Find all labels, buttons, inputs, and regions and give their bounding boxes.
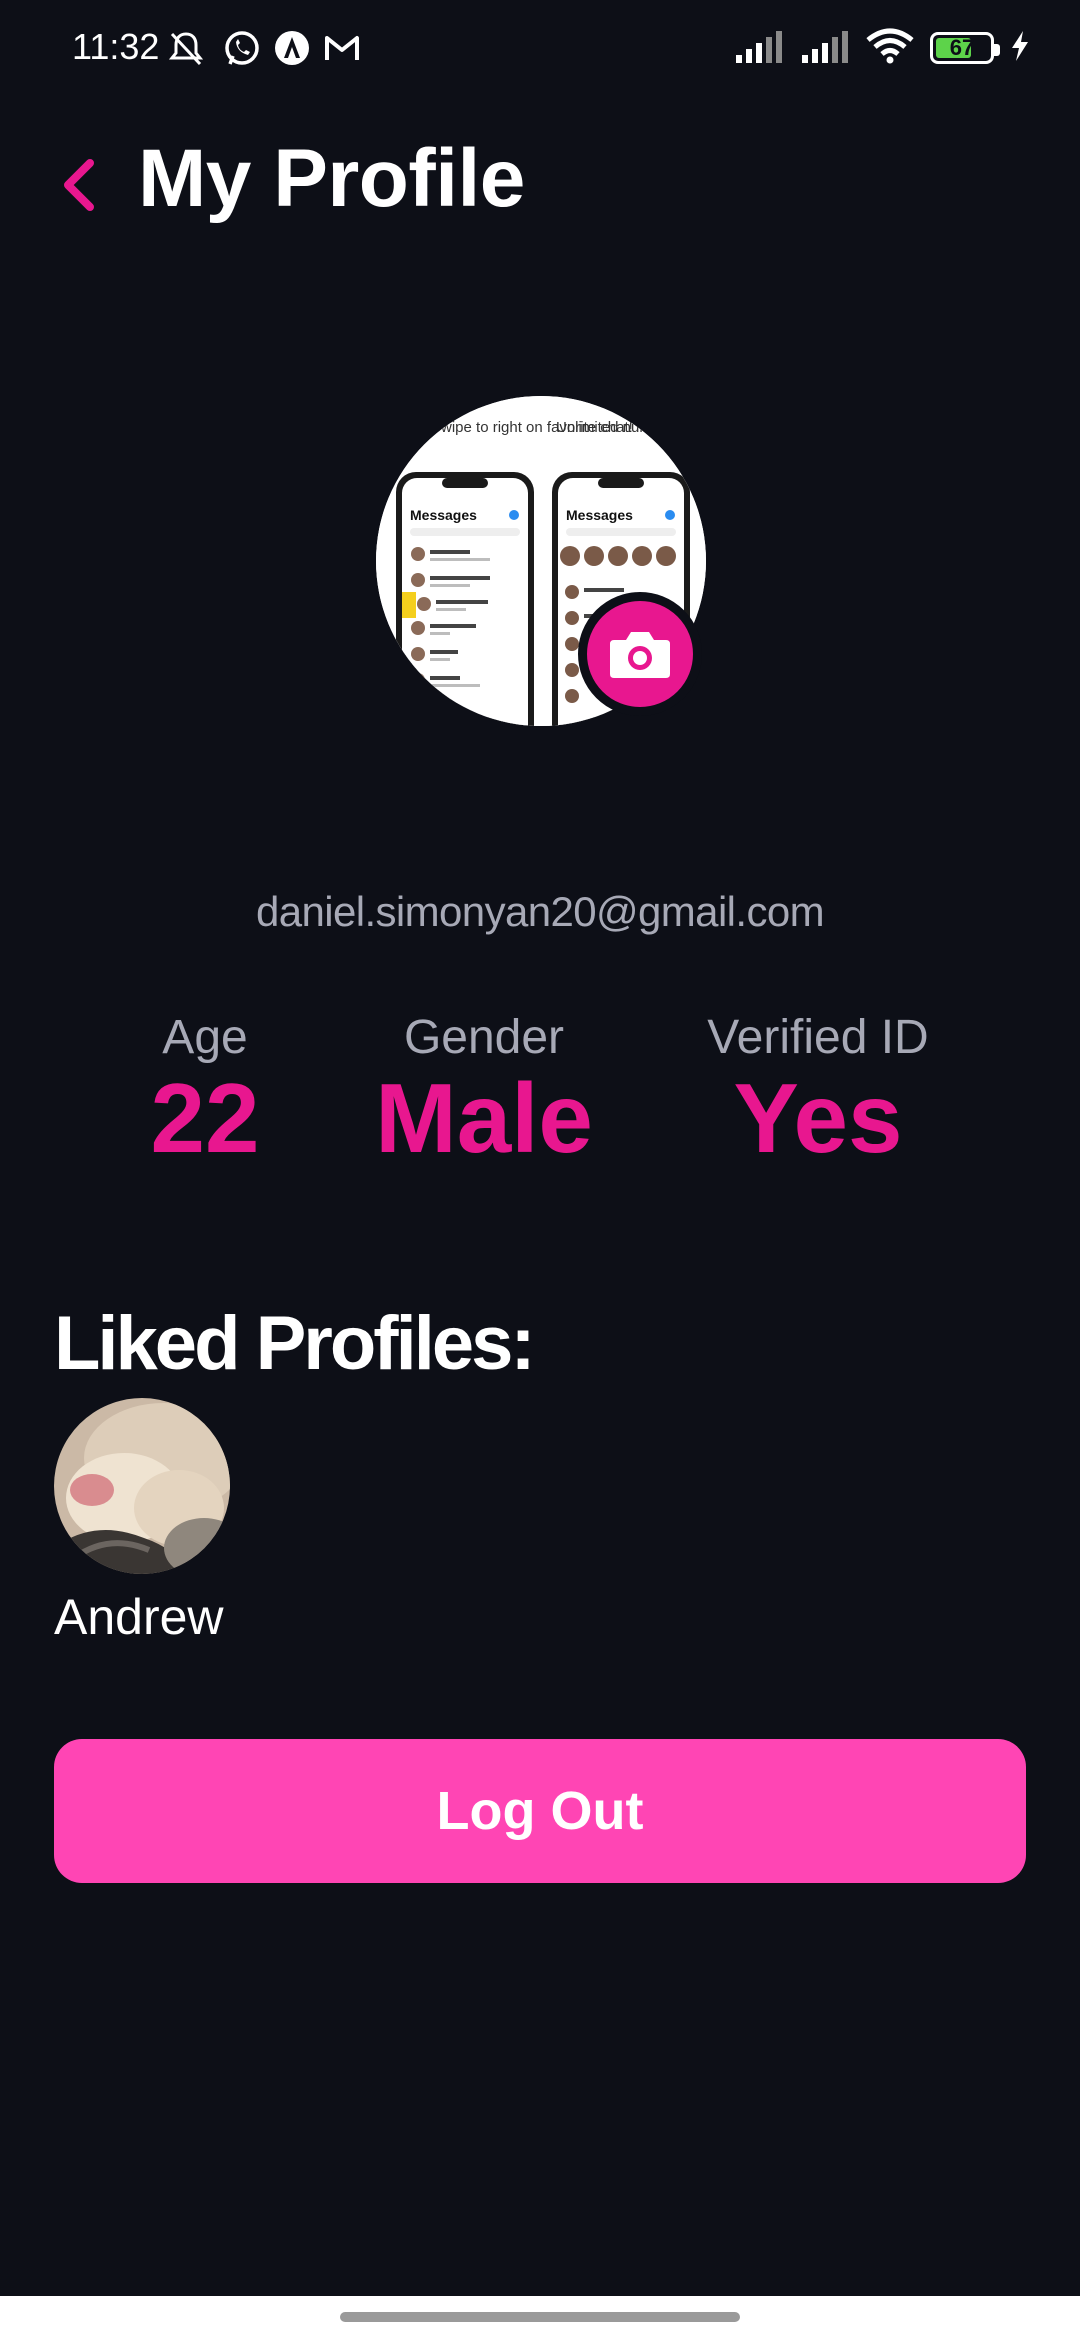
profile-photo-wrap: Swipe to right on favorite chat! Unlimit…	[376, 396, 706, 726]
gmail-icon	[322, 28, 362, 68]
logout-button[interactable]: Log Out	[54, 1739, 1026, 1883]
liked-profiles-title: Liked Profiles:	[54, 1301, 536, 1386]
page-title: My Profile	[138, 133, 525, 224]
stat-label: Verified ID	[707, 1011, 929, 1064]
stat-label: Age	[162, 1011, 248, 1064]
wifi-icon	[866, 28, 914, 69]
profile-screen: 11:32 67 My Profile Swipe to right on fa…	[0, 0, 1080, 2340]
stat-value: Male	[375, 1063, 593, 1173]
stat-age: Age 22	[110, 1010, 300, 1170]
charging-icon	[1010, 29, 1030, 68]
stat-value: 22	[150, 1063, 260, 1173]
whatsapp-icon	[222, 28, 262, 68]
photo-screen-title-right: Messages	[566, 507, 633, 523]
signal-icon	[800, 29, 850, 68]
battery-tip	[994, 44, 1000, 56]
chevron-left-icon	[64, 159, 94, 211]
signal-icon	[734, 29, 784, 68]
battery-level: 67	[949, 35, 975, 60]
stat-label: Gender	[403, 1011, 565, 1064]
arc-icon	[272, 28, 312, 68]
status-bar: 11:32 67	[0, 0, 1080, 96]
battery-icon: 67	[930, 32, 1000, 64]
puppy-photo	[54, 1398, 230, 1574]
liked-profile-card[interactable]: Andrew	[54, 1398, 234, 1646]
stat-gender: Gender Male	[354, 1010, 614, 1170]
back-button[interactable]	[50, 150, 106, 220]
home-indicator[interactable]	[340, 2312, 740, 2322]
status-time: 11:32	[72, 26, 160, 67]
liked-profile-name: Andrew	[54, 1589, 224, 1645]
email-text: daniel.simonyan20@gmail.com	[255, 888, 825, 935]
mute-icon	[166, 28, 206, 68]
stat-value: Yes	[733, 1063, 903, 1173]
liked-profile-avatar[interactable]	[54, 1398, 230, 1574]
camera-icon	[610, 632, 670, 678]
navigation-bar	[0, 2296, 1080, 2340]
change-photo-button[interactable]	[578, 592, 702, 716]
stat-verified-id: Verified ID Yes	[682, 1010, 954, 1170]
photo-caption-right: Unlimited number pins in scrollable	[556, 419, 706, 436]
photo-screen-title-left: Messages	[410, 507, 477, 523]
status-right: 67	[734, 26, 1030, 70]
